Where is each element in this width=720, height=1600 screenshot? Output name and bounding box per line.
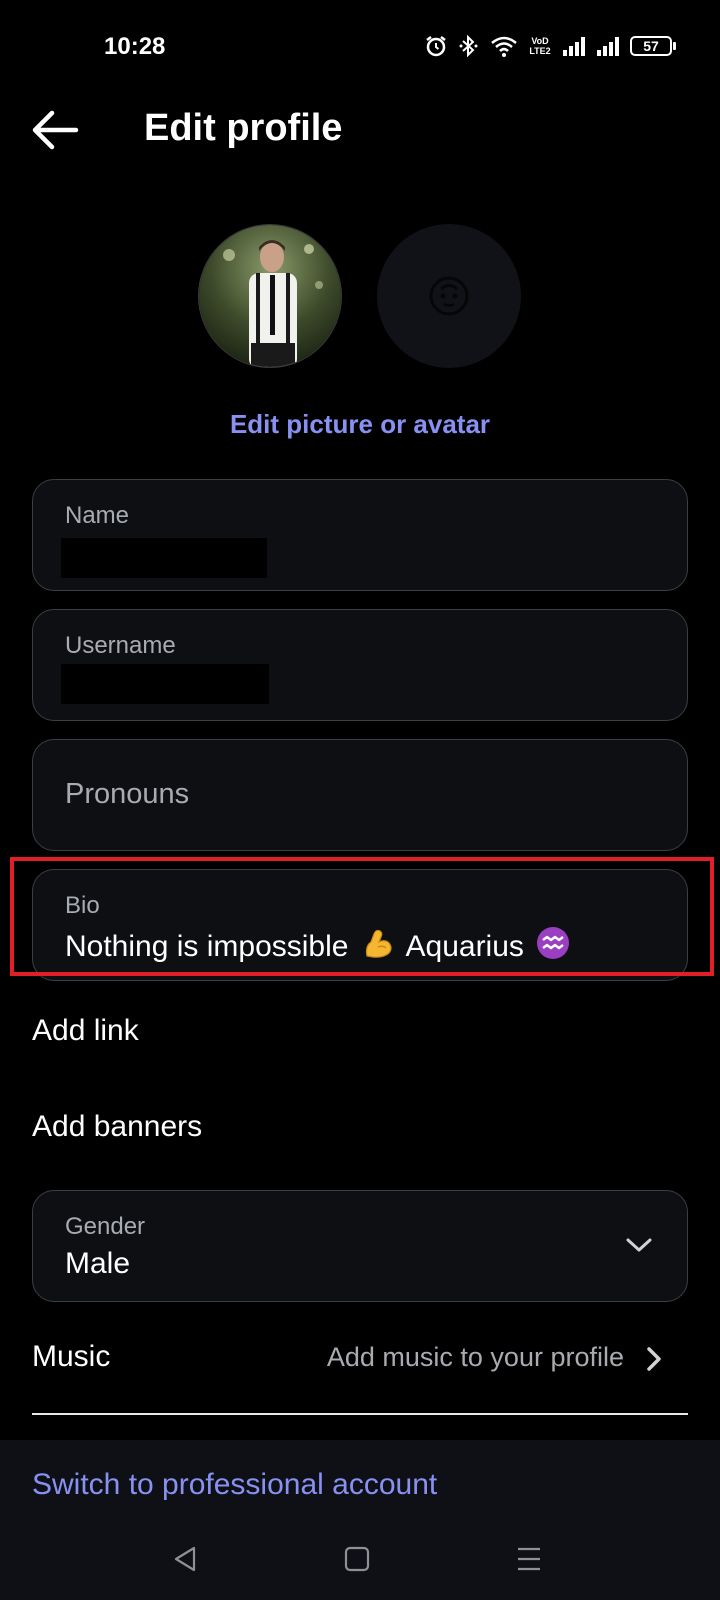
signal-icon [563,37,585,56]
edit-picture-link[interactable]: Edit picture or avatar [0,409,720,440]
pronouns-label: Pronouns [65,778,190,810]
add-link-button[interactable]: Add link [32,1014,139,1048]
status-time: 10:28 [104,33,166,60]
profile-photo-image [199,225,341,367]
gender-value: Male [65,1247,131,1280]
music-hint: Add music to your profile [326,1342,624,1372]
system-nav-bar [0,1535,720,1595]
switch-professional-link[interactable]: Switch to professional account [32,1468,437,1502]
status-bar: 10:28 VoD LTE2 57 [0,0,720,96]
avatar-placeholder[interactable] [377,224,521,368]
username-label: Username [65,632,176,659]
alarm-icon [426,36,446,57]
music-label: Music [32,1340,111,1373]
name-label: Name [65,502,130,529]
wifi-icon [491,36,517,57]
name-redaction [61,538,267,578]
signal-icon-2 [597,37,619,56]
gender-label: Gender [65,1213,146,1240]
username-redaction [61,664,269,704]
nav-menu-lines-icon[interactable] [516,1545,542,1573]
nav-home-square-icon[interactable] [344,1545,370,1573]
chevron-down-icon [626,1238,652,1252]
arrow-left-icon [32,110,79,150]
avatar-face-icon [429,276,469,316]
divider [32,1413,688,1415]
battery-indicator: 57 [630,36,676,56]
add-banners-button[interactable]: Add banners [32,1110,202,1144]
pronouns-field[interactable]: Pronouns [32,739,688,851]
bottom-panel: Switch to professional account [0,1440,720,1600]
music-row[interactable]: Music Add music to your profile [0,1340,720,1390]
profile-photo[interactable] [198,224,342,368]
page-title: Edit profile [144,107,343,149]
header: Edit profile [0,90,720,170]
bio-highlight-box [10,857,714,976]
back-button[interactable] [30,108,82,152]
chevron-right-icon [647,1347,661,1371]
network-type-label: VoD LTE2 [529,36,551,56]
nav-back-triangle-icon[interactable] [172,1545,198,1573]
status-icons: VoD LTE2 57 [424,34,676,58]
gender-select[interactable]: Gender Male [32,1190,688,1302]
username-field[interactable]: Username [32,609,688,721]
bluetooth-icon [459,34,478,58]
name-field[interactable]: Name [32,479,688,591]
